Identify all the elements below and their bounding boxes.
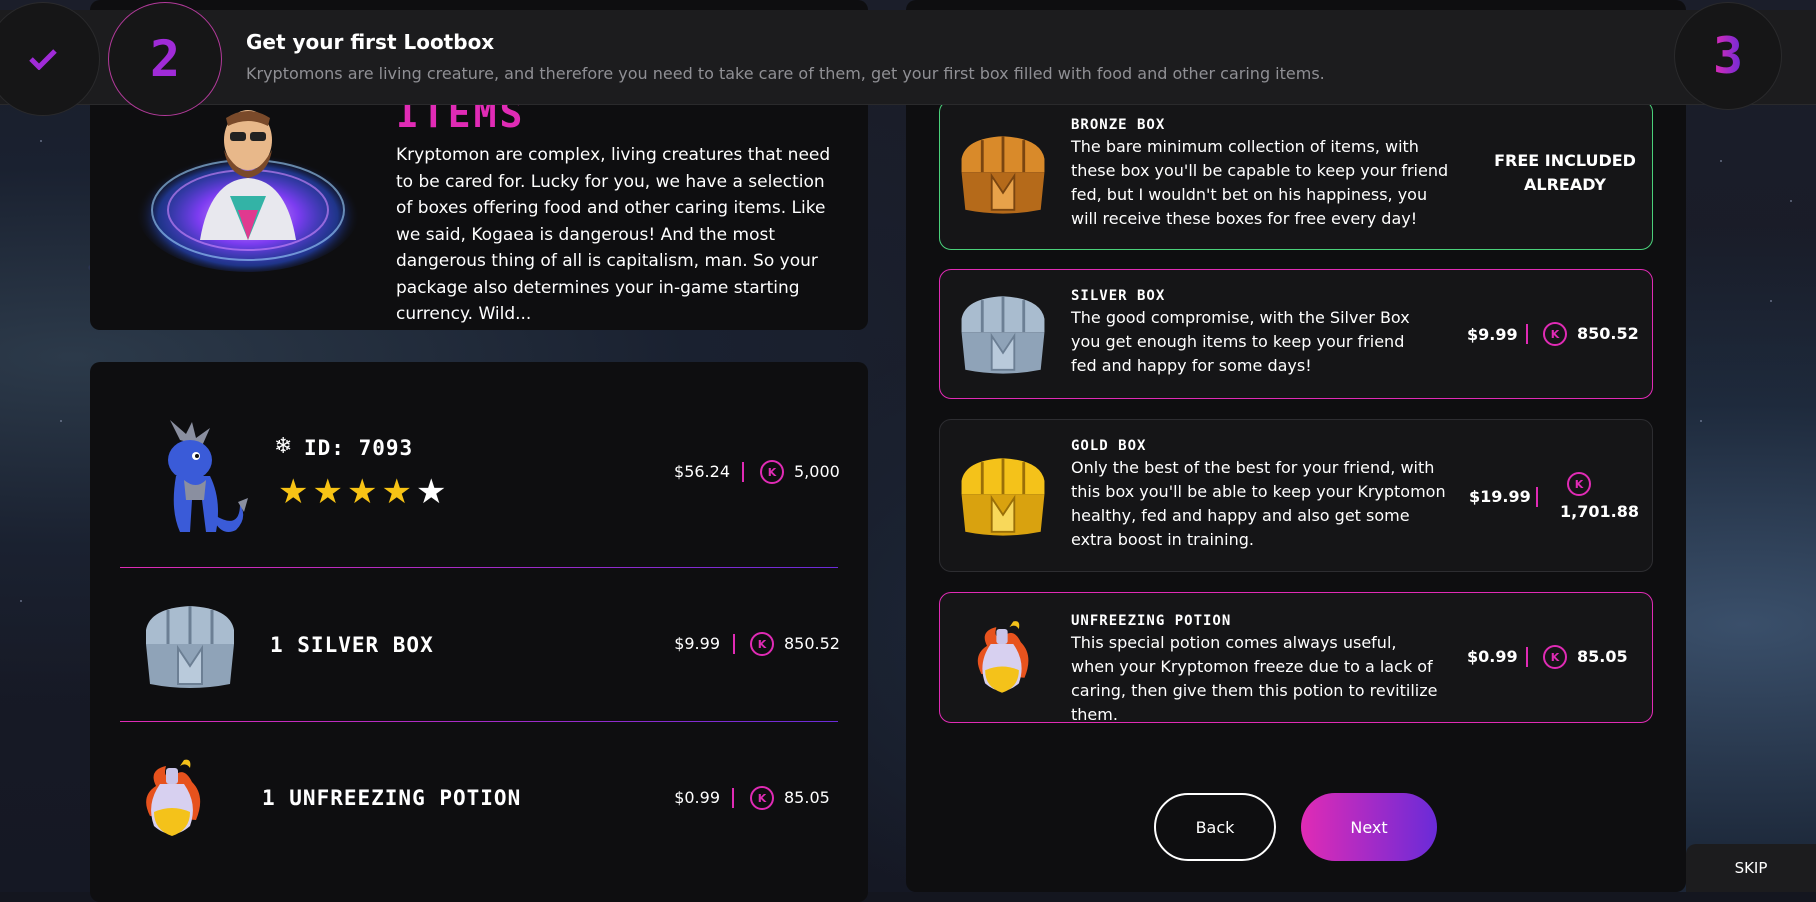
- silver-box-icon: [961, 296, 1045, 374]
- price-divider: [1536, 487, 1538, 507]
- price-divider: [742, 462, 744, 482]
- scientist-illustration: [136, 110, 360, 272]
- onboarding-progress-bar: [0, 10, 1816, 105]
- bronze-box-icon: [961, 136, 1045, 214]
- check-icon: [29, 49, 57, 70]
- snowflake-icon: ❄: [274, 434, 293, 459]
- kmon-coin-icon: K: [750, 786, 774, 810]
- step-3-indicator[interactable]: 3: [1674, 2, 1782, 110]
- star-icon: ★: [312, 472, 347, 512]
- step-2-indicator[interactable]: 2: [108, 2, 222, 116]
- summary-silver-label: 1 SILVER BOX: [270, 633, 434, 657]
- star-icon: ★: [415, 472, 451, 512]
- kryptomon-avatar: [168, 420, 248, 532]
- summary-silver-price-usd: $9.99: [674, 634, 720, 653]
- bronze-box-description: The bare minimum collection of items, wi…: [1071, 137, 1449, 228]
- kmon-coin-icon: K: [1543, 322, 1567, 346]
- kryptomon-price-kmon: 5,000: [794, 462, 840, 481]
- potion-description: This special potion comes always useful,…: [1071, 633, 1438, 724]
- step-3-number: 3: [1712, 27, 1744, 85]
- gold-box-price-kmon: 1,701.88: [1560, 502, 1639, 521]
- star-rating: ★★★★★: [278, 472, 450, 512]
- unfreezing-potion-icon: [977, 621, 1029, 693]
- summary-potion-price-usd: $0.99: [674, 788, 720, 807]
- silver-box-price-kmon: 850.52: [1577, 324, 1639, 343]
- unfreezing-potion-option[interactable]: UNFREEZING POTION This special potion co…: [939, 592, 1653, 724]
- price-divider: [732, 788, 734, 808]
- kmon-coin-icon: K: [750, 632, 774, 656]
- summary-silver-price-kmon: 850.52: [784, 634, 840, 653]
- potion-price-usd: $0.99: [1467, 647, 1518, 666]
- bronze-box-status: FREE INCLUDED ALREADY: [1494, 151, 1636, 194]
- bronze-box-name: BRONZE BOX: [1071, 117, 1166, 133]
- kmon-coin-icon: K: [1567, 472, 1591, 496]
- star-icon: ★: [381, 472, 416, 512]
- unfreezing-potion-icon: [146, 759, 201, 836]
- step-2-number: 2: [149, 30, 181, 88]
- row-divider: [120, 567, 838, 568]
- potion-price-kmon: 85.05: [1577, 647, 1628, 666]
- price-divider: [1526, 647, 1528, 667]
- silver-box-description: The good compromise, with the Silver Box…: [1071, 308, 1410, 375]
- row-divider: [120, 721, 838, 722]
- kryptomon-id: ID: 7093: [304, 436, 414, 460]
- bronze-box-option[interactable]: BRONZE BOX The bare minimum collection o…: [939, 100, 1653, 250]
- kmon-coin-icon: K: [760, 460, 784, 484]
- gold-box-name: GOLD BOX: [1071, 438, 1147, 454]
- skip-button[interactable]: SKIP: [1686, 844, 1816, 892]
- next-button[interactable]: Next: [1301, 793, 1437, 861]
- price-divider: [733, 634, 735, 654]
- gold-box-description: Only the best of the best for your frien…: [1071, 458, 1446, 549]
- star-icon: ★: [346, 472, 382, 512]
- back-button[interactable]: Back: [1154, 793, 1276, 861]
- gold-box-option[interactable]: GOLD BOX Only the best of the best for y…: [939, 419, 1653, 572]
- silver-box-option[interactable]: SILVER BOX The good compromise, with the…: [939, 269, 1653, 399]
- gold-box-icon: [961, 458, 1045, 536]
- silver-box-name: SILVER BOX: [1071, 288, 1166, 304]
- potion-name: UNFREEZING POTION: [1071, 613, 1232, 629]
- summary-potion-price-kmon: 85.05: [784, 788, 830, 807]
- summary-potion-label: 1 UNFREEZING POTION: [262, 786, 522, 810]
- star-icon: ★: [278, 472, 313, 512]
- silver-box-price-usd: $9.99: [1467, 325, 1518, 344]
- price-divider: [1526, 324, 1528, 344]
- gold-box-price-usd: $19.99: [1469, 487, 1531, 506]
- step-subtitle: Kryptomons are living creature, and ther…: [246, 64, 1325, 83]
- silver-box-icon: [146, 606, 234, 688]
- step-title: Get your first Lootbox: [246, 30, 495, 54]
- kmon-coin-icon: K: [1543, 645, 1567, 669]
- intro-description: Kryptomon are complex, living creatures …: [396, 145, 831, 324]
- kryptomon-price-usd: $56.24: [674, 462, 730, 481]
